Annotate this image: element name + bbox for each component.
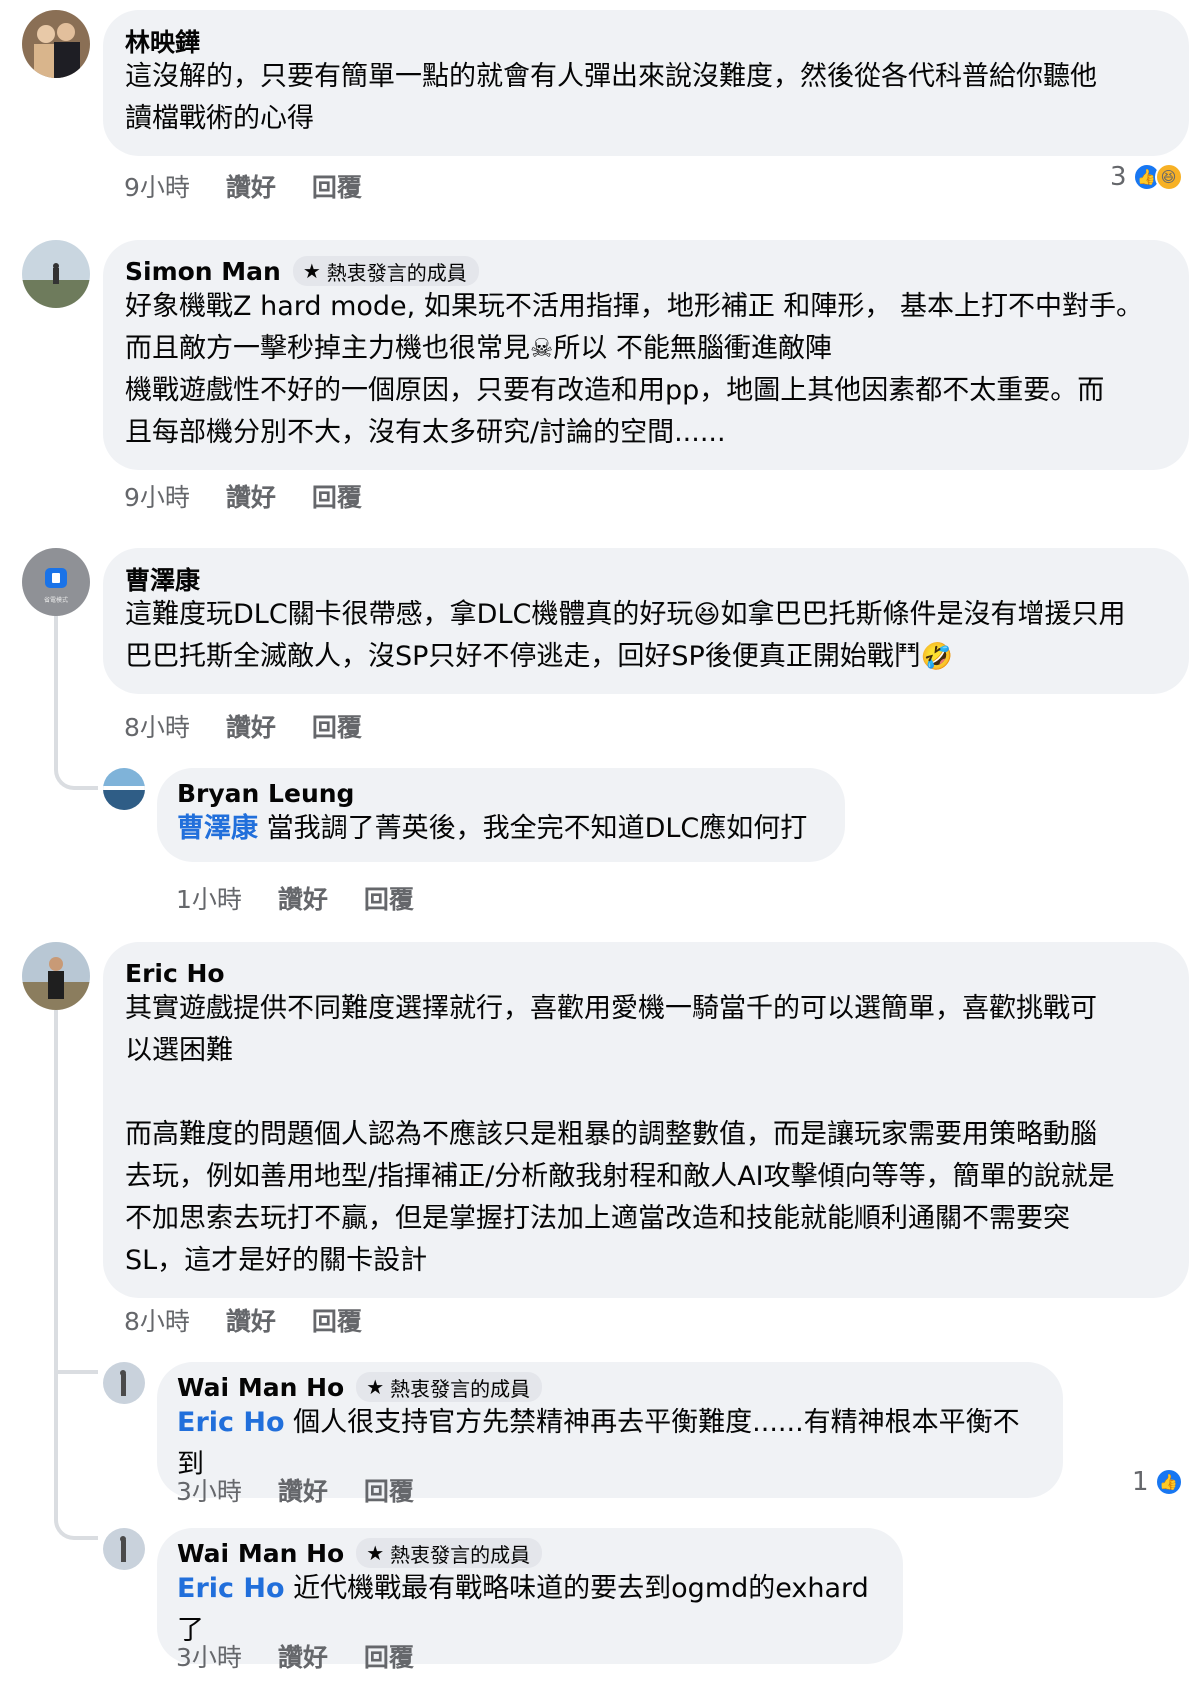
comment-bubble: 林映鏵 這沒解的，只要有簡單一點的就會有人彈出來說沒難度，然後從各代科普給你聽他… [103,10,1189,156]
comment-bubble: Simon Man ★ 熱衷發言的成員 好象機戰Z hard mode, 如果玩… [103,240,1189,470]
timestamp[interactable]: 8小時 [124,708,190,744]
author-name[interactable]: 曹澤康 [125,561,200,597]
author-name[interactable]: Wai Man Ho [177,1539,344,1568]
member-badge[interactable]: ★ 熱衷發言的成員 [356,1372,543,1402]
author-name[interactable]: Eric Ho [125,959,225,988]
badge-label: 熱衷發言的成員 [390,1376,531,1401]
laughing-emoji-icon: 😆 [693,600,721,630]
like-button[interactable]: 讚好 [226,1302,276,1338]
comment-text: 其實遊戲提供不同難度選擇就行，喜歡用愛機一騎當千的可以選簡單，喜歡挑戰可 以選困… [125,993,1115,1276]
text-line: 而且敵方一擊秒掉主力機也很常見 [125,333,530,364]
comment-text: 好象機戰Z hard mode, 如果玩不活用指揮，地形補正 和陣形， 基本上打… [125,286,1165,454]
comment-bubble: Eric Ho 其實遊戲提供不同難度選擇就行，喜歡用愛機一騎當千的可以選簡單，喜… [103,942,1189,1298]
like-button[interactable]: 讚好 [278,880,328,916]
author-name[interactable]: Wai Man Ho [177,1373,344,1402]
reply-button[interactable]: 回覆 [364,1472,414,1508]
like-button[interactable]: 讚好 [226,708,276,744]
comment-bubble: 曹澤康 這難度玩DLC關卡很帶感，拿DLC機體真的好玩😆如拿巴巴托斯條件是沒有增… [103,548,1189,694]
mention-link[interactable]: Eric Ho [177,1573,285,1604]
comment-actions: 8小時 讚好 回覆 [124,1302,362,1338]
comment-text: 這難度玩DLC關卡很帶感，拿DLC機體真的好玩😆如拿巴巴托斯條件是沒有增援只用 … [125,594,1165,678]
reaction-count: 1 [1132,1467,1149,1497]
star-icon: ★ [366,1541,385,1565]
avatar[interactable] [103,768,145,810]
mention-link[interactable]: 曹澤康 [177,813,258,844]
reply-button[interactable]: 回覆 [312,708,362,744]
text-line: 機戰遊戲性不好的一個原因，只要有改造和用pp，地圖上其他因素都不太重要。而 且每… [125,375,1105,448]
thread-connector [54,1370,98,1540]
like-button[interactable]: 讚好 [226,478,276,514]
timestamp[interactable]: 3小時 [176,1638,242,1674]
avatar[interactable] [22,942,90,1010]
reaction-count: 3 [1110,162,1127,192]
timestamp[interactable]: 1小時 [176,880,242,916]
comment-text: 曹澤康 當我調了菁英後，我全完不知道DLC應如何打 [177,808,823,850]
like-reaction-icon: 👍 [1154,1468,1183,1496]
comment-text: 這沒解的，只要有簡單一點的就會有人彈出來說沒難度，然後從各代科普給你聽他 讀檔戰… [125,61,1097,134]
comment-actions: 1小時 讚好 回覆 [176,880,414,916]
comment-actions: 3小時 讚好 回覆 [176,1638,414,1674]
reply-button[interactable]: 回覆 [364,1638,414,1674]
badge-label: 熱衷發言的成員 [390,1542,531,1567]
reply-bubble: Bryan Leung 曹澤康 當我調了菁英後，我全完不知道DLC應如何打 [157,768,845,862]
star-icon: ★ [366,1375,385,1399]
comment-actions: 3小時 讚好 回覆 [176,1472,414,1508]
reply-text: 當我調了菁英後，我全完不知道DLC應如何打 [258,813,808,844]
author-name[interactable]: Bryan Leung [177,779,354,808]
avatar[interactable] [22,10,90,78]
text-line: 如拿巴巴托斯條件是沒有增援只用 [720,599,1126,630]
reply-button[interactable]: 回覆 [364,880,414,916]
text-line: 好象機戰Z hard mode, 如果玩不活用指揮，地形補正 和陣形， 基本上打… [125,291,1143,322]
timestamp[interactable]: 9小時 [124,478,190,514]
thread-line [54,600,58,720]
thread-line [54,1010,58,1370]
skull-icon: ☠ [530,334,554,364]
timestamp[interactable]: 8小時 [124,1302,190,1338]
thread-connector [54,720,98,790]
reply-button[interactable]: 回覆 [312,478,362,514]
reply-text: 個人很支持官方先禁精神再去平衡難度......有精神根本平衡不到 [177,1407,1020,1480]
avatar[interactable]: 省電模式 [22,548,90,616]
badge-label: 熱衷發言的成員 [326,260,467,285]
avatar[interactable] [22,240,90,308]
comment-actions: 8小時 讚好 回覆 [124,708,362,744]
timestamp[interactable]: 9小時 [124,168,190,204]
rofl-emoji-icon: 🤣 [920,642,954,672]
text-line: 所以 不能無腦衝進敵陣 [553,333,832,364]
reply-button[interactable]: 回覆 [312,1302,362,1338]
like-button[interactable]: 讚好 [278,1638,328,1674]
author-name[interactable]: 林映鏵 [125,23,200,59]
text-line: 巴巴托斯全滅敵人，沒SP只好不停逃走，回好SP後便真正開始戰鬥 [125,641,921,672]
haha-reaction-icon: 😆 [1154,163,1183,191]
like-button[interactable]: 讚好 [226,168,276,204]
mention-link[interactable]: Eric Ho [177,1407,285,1438]
reaction-summary[interactable]: 1 👍 [1132,1467,1183,1497]
avatar[interactable] [103,1362,145,1404]
text-line: 這難度玩DLC關卡很帶感，拿DLC機體真的好玩 [125,599,694,630]
star-icon: ★ [302,259,321,283]
timestamp[interactable]: 3小時 [176,1472,242,1508]
avatar[interactable] [103,1528,145,1570]
like-button[interactable]: 讚好 [278,1472,328,1508]
member-badge[interactable]: ★ 熱衷發言的成員 [292,256,479,286]
reaction-summary[interactable]: 3 👍 😆 [1110,162,1183,192]
avatar-caption: 省電模式 [44,596,68,604]
member-badge[interactable]: ★ 熱衷發言的成員 [356,1538,543,1568]
reply-button[interactable]: 回覆 [312,168,362,204]
author-name[interactable]: Simon Man [125,257,281,286]
comment-actions: 9小時 讚好 回覆 [124,478,362,514]
comment-actions: 9小時 讚好 回覆 [124,168,362,204]
